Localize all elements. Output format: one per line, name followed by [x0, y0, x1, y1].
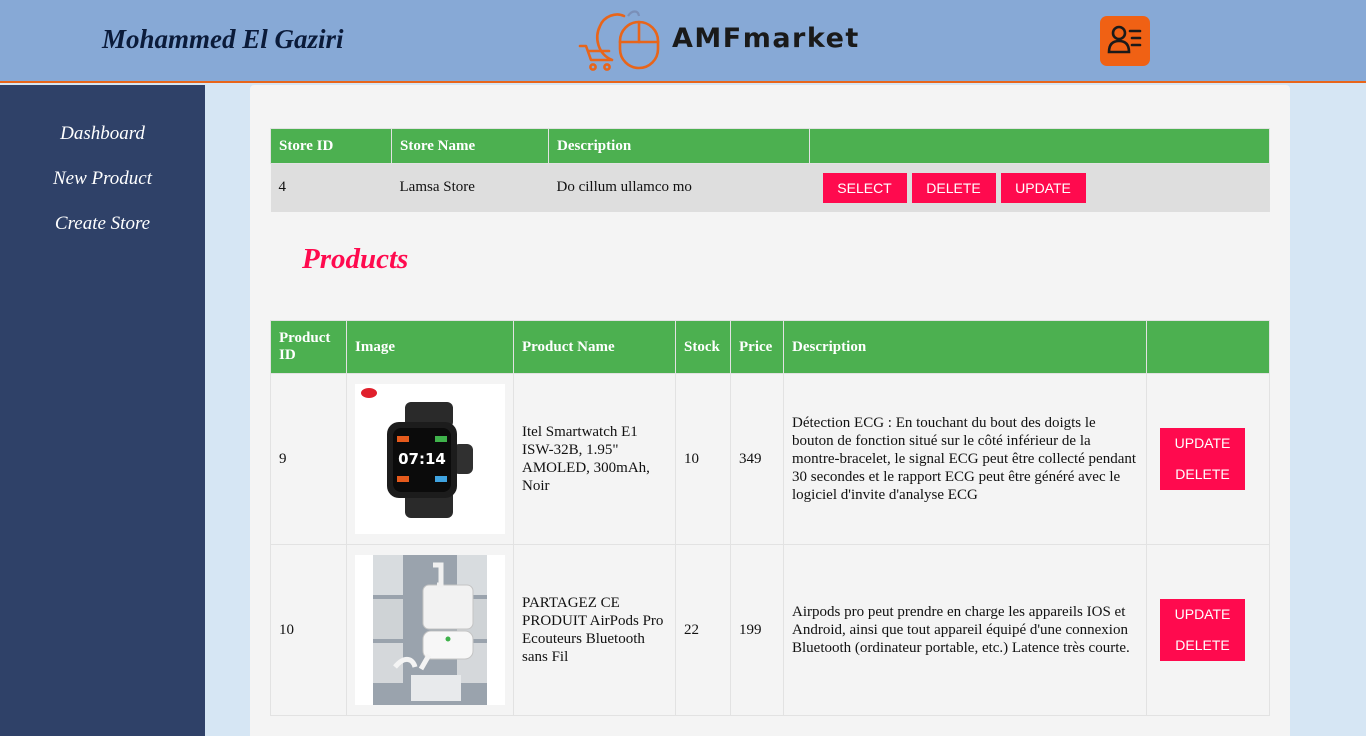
column-header-product-name: Product Name: [513, 320, 676, 374]
delete-store-button[interactable]: DELETE: [911, 172, 996, 203]
main-panel: Store ID Store Name Description 4 Lamsa …: [250, 85, 1290, 736]
product-image-cell: [346, 544, 514, 716]
store-table: Store ID Store Name Description 4 Lamsa …: [270, 128, 1270, 212]
column-header-description: Description: [548, 128, 810, 164]
product-description-cell: Airpods pro peut prendre en charge les a…: [783, 544, 1147, 716]
product-id-cell: 10: [270, 544, 347, 716]
profile-button[interactable]: [1100, 16, 1150, 66]
user-name: Mohammed El Gaziri: [102, 24, 344, 54]
product-price-cell: 199: [730, 544, 784, 716]
store-name-cell: Lamsa Store: [391, 163, 549, 212]
update-store-button[interactable]: UPDATE: [1000, 172, 1086, 203]
sidebar-item-create-store[interactable]: Create Store: [0, 213, 205, 235]
user-profile-icon: [1107, 25, 1142, 54]
column-header-store-name: Store Name: [391, 128, 549, 164]
select-store-button[interactable]: SELECT: [822, 172, 907, 203]
products-table: Product ID Image Product Name Stock Pric…: [270, 320, 1270, 716]
column-header-actions: [809, 128, 1270, 164]
product-actions-cell: UPDATE DELETE: [1146, 373, 1270, 545]
sidebar-item-dashboard[interactable]: Dashboard: [0, 123, 205, 145]
delete-product-button[interactable]: DELETE: [1160, 459, 1245, 490]
product-name-cell: Itel Smartwatch E1 ISW-32B, 1.95" AMOLED…: [513, 373, 676, 545]
cart-mouse-logo-icon: [578, 10, 660, 71]
column-header-store-id: Store ID: [270, 128, 392, 164]
column-header-image: Image: [346, 320, 514, 374]
svg-text:07:14: 07:14: [398, 450, 446, 468]
store-table-header: Store ID Store Name Description: [270, 128, 1270, 164]
smartwatch-icon: 07:14: [361, 388, 473, 518]
logo-text: AMFmarket: [672, 23, 860, 54]
store-id-cell: 4: [270, 163, 392, 212]
airpods-image[interactable]: [355, 555, 505, 705]
sidebar-item-new-product[interactable]: New Product: [0, 168, 205, 190]
product-id-cell: 9: [270, 373, 347, 545]
column-header-description: Description: [783, 320, 1147, 374]
product-stock-cell: 22: [675, 544, 731, 716]
product-image-cell: 07:14: [346, 373, 514, 545]
product-price-cell: 349: [730, 373, 784, 545]
column-header-actions: [1146, 320, 1270, 374]
products-title: Products: [302, 243, 409, 275]
store-actions-cell: SELECT DELETE UPDATE: [809, 163, 1270, 212]
sidebar: Dashboard New Product Create Store: [0, 85, 205, 736]
column-header-stock: Stock: [675, 320, 731, 374]
product-actions-cell: UPDATE DELETE: [1146, 544, 1270, 716]
table-row: 10 PARTAGEZ CE PRODUIT AirPods Pro Ecout…: [270, 544, 1270, 716]
store-description-cell: Do cillum ullamco mo: [548, 163, 810, 212]
table-row: 9 07:14 Itel Smartwatch E1 ISW-32B, 1.95…: [270, 373, 1270, 545]
products-table-header: Product ID Image Product Name Stock Pric…: [270, 320, 1270, 374]
column-header-product-id: Product ID: [270, 320, 347, 374]
table-row: 4 Lamsa Store Do cillum ullamco mo SELEC…: [270, 163, 1270, 212]
update-product-button[interactable]: UPDATE: [1160, 428, 1245, 459]
update-product-button[interactable]: UPDATE: [1160, 599, 1245, 630]
smartwatch-image[interactable]: 07:14: [355, 384, 505, 534]
product-name-cell: PARTAGEZ CE PRODUIT AirPods Pro Ecouteur…: [513, 544, 676, 716]
column-header-price: Price: [730, 320, 784, 374]
airpods-icon: [373, 555, 487, 705]
product-description-cell: Détection ECG : En touchant du bout des …: [783, 373, 1147, 545]
app-header: Mohammed El Gaziri AMFmarket: [0, 0, 1366, 83]
brand-logo[interactable]: AMFmarket: [578, 8, 918, 74]
product-stock-cell: 10: [675, 373, 731, 545]
delete-product-button[interactable]: DELETE: [1160, 630, 1245, 661]
